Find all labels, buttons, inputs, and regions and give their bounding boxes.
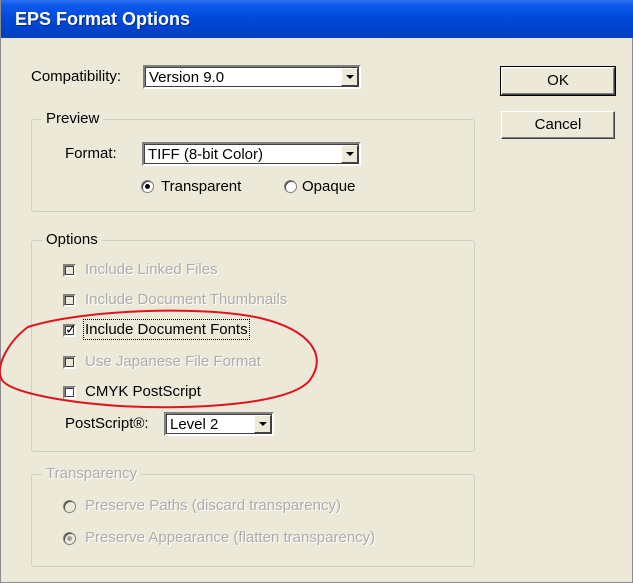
use-japanese-file-format-label: Use Japanese File Format [85, 353, 261, 370]
opaque-radio[interactable] [284, 180, 297, 193]
transparency-group: Transparency [31, 465, 475, 567]
chevron-down-icon[interactable] [341, 68, 358, 86]
transparency-group-title: Transparency [42, 465, 142, 482]
cmyk-postscript-label[interactable]: CMYK PostScript [85, 383, 201, 400]
chevron-down-icon[interactable] [341, 145, 358, 163]
title-bar: EPS Format Options [1, 0, 633, 38]
cmyk-postscript-checkbox[interactable] [63, 386, 76, 399]
include-document-thumbnails-label: Include Document Thumbnails [85, 291, 288, 308]
format-label: Format: [65, 145, 117, 162]
use-japanese-file-format-checkbox[interactable] [63, 356, 76, 369]
include-linked-files-checkbox[interactable] [63, 264, 76, 277]
eps-format-options-dialog: EPS Format Options Compatibility: Versio… [0, 0, 633, 583]
window-title: EPS Format Options [15, 9, 191, 29]
preserve-paths-label: Preserve Paths (discard transparency) [85, 497, 341, 514]
preview-group-title: Preview [42, 110, 104, 127]
preserve-appearance-radio[interactable] [63, 532, 76, 545]
preserve-appearance-label: Preserve Appearance (flatten transparenc… [85, 529, 376, 546]
postscript-level-label: PostScript®: [65, 415, 149, 432]
include-linked-files-label: Include Linked Files [85, 261, 218, 278]
preserve-paths-radio[interactable] [63, 500, 76, 513]
compatibility-label: Compatibility: [31, 68, 122, 85]
transparent-radio[interactable] [141, 180, 154, 193]
opaque-label[interactable]: Opaque [302, 178, 355, 195]
ok-button[interactable]: OK [500, 66, 616, 96]
postscript-level-value: Level 2 [170, 416, 219, 433]
options-group-title: Options [42, 231, 102, 248]
compatibility-value: Version 9.0 [149, 69, 225, 86]
compatibility-select[interactable]: Version 9.0 [143, 65, 361, 89]
cancel-button[interactable]: Cancel [501, 111, 615, 139]
format-value: TIFF (8-bit Color) [148, 146, 264, 163]
radio-dot-icon [67, 536, 72, 541]
chevron-down-icon[interactable] [254, 415, 271, 433]
radio-dot-icon [145, 184, 150, 189]
transparent-label[interactable]: Transparent [161, 178, 241, 195]
include-document-fonts-label[interactable]: Include Document Fonts [83, 319, 250, 340]
checkmark-icon: ✓ [65, 321, 77, 337]
format-select[interactable]: TIFF (8-bit Color) [142, 142, 361, 166]
postscript-level-select[interactable]: Level 2 [164, 412, 274, 436]
include-document-fonts-checkbox[interactable]: ✓ [63, 321, 77, 337]
include-document-thumbnails-checkbox[interactable] [63, 294, 76, 307]
